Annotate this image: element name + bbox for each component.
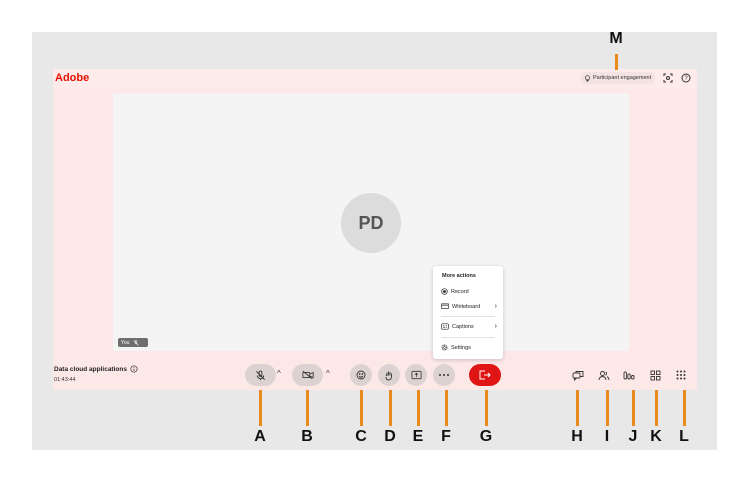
camera-off-icon: [301, 370, 314, 380]
more-actions-menu: More actions Record Whiteboard › Caption…: [433, 266, 503, 359]
adobe-logo: Adobe: [55, 72, 90, 84]
more-apps-button[interactable]: [673, 367, 689, 383]
menu-divider: [441, 316, 495, 317]
callout-line-k: [655, 390, 658, 426]
menu-divider: [441, 337, 495, 338]
callout-label-f: F: [441, 428, 451, 445]
settings-icon: [441, 344, 448, 351]
callout-line-f: [445, 390, 448, 426]
callout-label-c: C: [355, 428, 367, 445]
reactions-button[interactable]: [350, 364, 372, 386]
polls-button[interactable]: [621, 367, 637, 383]
chevron-right-icon: ›: [494, 323, 497, 330]
callout-line-j: [632, 390, 635, 426]
callout-line-m: [615, 54, 618, 70]
callout-label-m: M: [609, 30, 623, 47]
self-view-label: You: [121, 339, 130, 346]
callout-label-i: I: [604, 428, 610, 445]
callout-line-g: [485, 390, 488, 426]
mic-muted-icon: [255, 369, 266, 381]
chevron-right-icon: ›: [494, 303, 497, 310]
meeting-elapsed-time: 01:43:44: [54, 377, 76, 383]
participant-engagement-button[interactable]: Participant engagement: [580, 72, 656, 84]
emoji-icon: [356, 370, 366, 380]
camera-toggle-button[interactable]: [292, 364, 323, 386]
callout-label-a: A: [254, 428, 266, 445]
people-icon: [598, 370, 610, 381]
self-view-badge: You: [118, 338, 148, 347]
apps-button[interactable]: [647, 367, 663, 383]
callout-label-h: H: [571, 428, 583, 445]
mic-muted-small-icon: [133, 339, 140, 346]
menu-item-record[interactable]: Record: [441, 288, 497, 295]
camera-options-chevron-icon[interactable]: ^: [326, 369, 330, 378]
leave-icon: [479, 370, 491, 380]
meeting-title: Data cloud applications: [54, 365, 138, 373]
participant-engagement-label: Participant engagement: [593, 75, 652, 81]
callout-label-k: K: [650, 428, 662, 445]
more-actions-button[interactable]: [433, 364, 455, 386]
captions-icon: [441, 323, 449, 330]
record-icon: [441, 288, 448, 295]
callout-line-i: [606, 390, 609, 426]
callout-line-c: [360, 390, 363, 426]
menu-item-whiteboard[interactable]: Whiteboard ›: [441, 303, 497, 310]
callout-label-l: L: [679, 428, 689, 445]
chat-icon: [572, 370, 584, 381]
callout-label-g: G: [479, 428, 493, 445]
meeting-title-text: Data cloud applications: [54, 365, 127, 373]
share-screen-icon: [411, 370, 422, 380]
leave-meeting-button[interactable]: [469, 364, 501, 386]
chat-button[interactable]: [570, 367, 586, 383]
more-actions-title: More actions: [442, 273, 476, 279]
participant-avatar: PD: [341, 193, 401, 253]
callout-label-d: D: [384, 428, 396, 445]
focus-icon[interactable]: [662, 72, 674, 84]
callout-label-b: B: [301, 428, 313, 445]
menu-item-label: Settings: [451, 344, 471, 351]
menu-item-label: Whiteboard: [452, 303, 481, 310]
callout-label-e: E: [412, 428, 424, 445]
raise-hand-icon: [384, 370, 394, 381]
poll-icon: [623, 370, 635, 380]
whiteboard-icon: [441, 303, 449, 310]
callout-line-l: [683, 390, 686, 426]
participants-button[interactable]: [596, 367, 612, 383]
menu-item-settings[interactable]: Settings: [441, 344, 497, 351]
menu-item-label: Record: [451, 288, 469, 295]
lightbulb-icon: [584, 74, 591, 82]
grid-icon: [676, 370, 686, 380]
mic-toggle-button[interactable]: [245, 364, 276, 386]
mic-options-chevron-icon[interactable]: ^: [277, 369, 281, 378]
callout-label-j: J: [628, 428, 638, 445]
callout-line-h: [576, 390, 579, 426]
help-icon[interactable]: ?: [680, 72, 692, 84]
menu-item-captions[interactable]: Captions ›: [441, 323, 497, 330]
apps-icon: [650, 370, 661, 381]
callout-line-d: [389, 390, 392, 426]
menu-item-label: Captions: [452, 323, 474, 330]
callout-line-a: [259, 390, 262, 426]
callout-line-e: [417, 390, 420, 426]
callout-line-b: [306, 390, 309, 426]
share-screen-button[interactable]: [405, 364, 427, 386]
more-icon: [438, 373, 450, 377]
info-icon[interactable]: [130, 365, 138, 373]
raise-hand-button[interactable]: [378, 364, 400, 386]
